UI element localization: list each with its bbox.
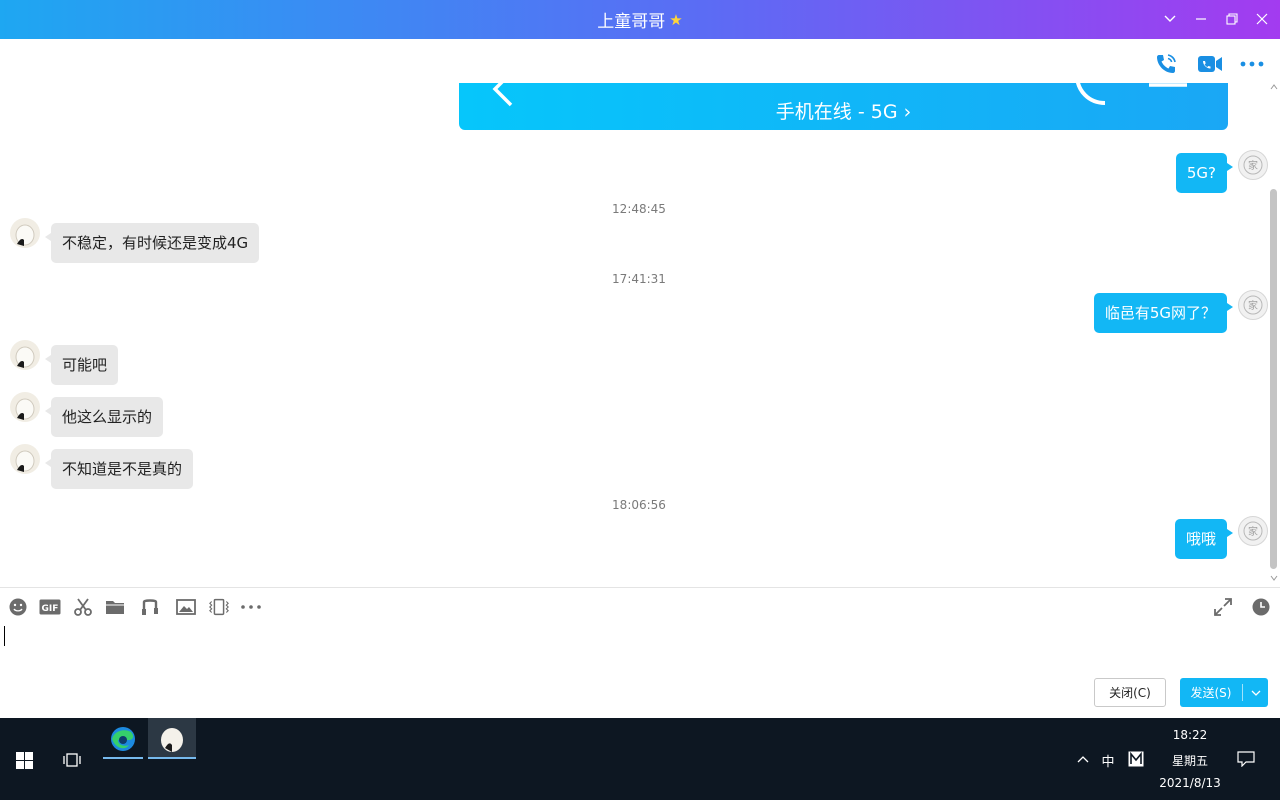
avatar-contact[interactable]: [10, 218, 40, 248]
message-bubble-sent[interactable]: 哦哦: [1174, 519, 1227, 559]
active-indicator: [148, 757, 196, 759]
active-indicator: [103, 757, 143, 759]
scroll-thumb[interactable]: [1270, 189, 1277, 569]
notification-icon[interactable]: [1234, 748, 1258, 770]
ime-mode-icon[interactable]: [1126, 749, 1146, 769]
edge-browser-icon[interactable]: [103, 718, 143, 759]
message-bubble-sent[interactable]: 5G?: [1175, 153, 1227, 193]
scissors-icon[interactable]: [72, 596, 94, 618]
shake-icon[interactable]: [208, 596, 230, 618]
window-title: 上童哥哥: [597, 12, 666, 32]
input-toolbar: GIF: [0, 592, 1280, 622]
timestamp: 18:06:56: [612, 498, 666, 512]
message-bubble-received[interactable]: 可能吧: [51, 345, 119, 385]
message-input-area[interactable]: [0, 622, 1280, 672]
music-icon[interactable]: [139, 596, 161, 618]
emoji-icon[interactable]: [7, 596, 29, 618]
timestamp: 12:48:45: [612, 202, 666, 216]
send-button-label[interactable]: 发送(S): [1180, 678, 1242, 707]
send-button[interactable]: 发送(S): [1180, 678, 1268, 707]
gif-icon[interactable]: GIF: [39, 596, 61, 618]
chevron-down-icon[interactable]: [1159, 8, 1181, 30]
restore-icon[interactable]: [1221, 8, 1243, 30]
star-icon: ★: [669, 10, 683, 29]
timestamp: 17:41:31: [612, 272, 666, 286]
more-icon[interactable]: [1239, 51, 1265, 77]
taskbar: 中 18:22 星期五 2021/8/13: [0, 718, 1280, 800]
history-icon[interactable]: [1250, 596, 1272, 618]
scroll-down-arrow[interactable]: [1270, 574, 1278, 582]
chevron-up-icon[interactable]: [1074, 750, 1092, 768]
title-container: 上童哥哥 ★: [0, 0, 1280, 39]
clock-weekday[interactable]: 星期五: [1160, 752, 1220, 769]
image-icon[interactable]: [175, 596, 197, 618]
task-view-icon[interactable]: [58, 746, 86, 774]
message-list[interactable]: 手机在线 - 5G › 5G? 家 12:48:45 不稳定，有时候还是变成4G…: [0, 83, 1268, 587]
clock-date[interactable]: 2021/8/13: [1156, 776, 1224, 790]
svg-text:家: 家: [1248, 299, 1258, 312]
avatar-self[interactable]: 家: [1238, 290, 1268, 320]
chat-window: 上童哥哥 ★ 手机在线 - 5G › 5G? 家 12:48:45 不稳定，有时…: [0, 0, 1280, 718]
svg-text:家: 家: [1248, 525, 1258, 538]
avatar-contact[interactable]: [10, 340, 40, 370]
minimize-icon[interactable]: [1190, 8, 1212, 30]
qq-app-icon[interactable]: [148, 718, 196, 759]
avatar-contact[interactable]: [10, 444, 40, 474]
message-bubble-received[interactable]: 不稳定，有时候还是变成4G: [51, 223, 260, 263]
windows-start-icon[interactable]: [10, 746, 38, 774]
svg-text:GIF: GIF: [42, 604, 59, 614]
video-call-icon[interactable]: [1197, 51, 1223, 77]
clock-time[interactable]: 18:22: [1160, 728, 1220, 742]
close-button[interactable]: 关闭(C): [1094, 678, 1166, 707]
avatar-self[interactable]: 家: [1238, 516, 1268, 546]
online-status-text: 手机在线 - 5G ›: [775, 101, 912, 123]
chevron-down-icon[interactable]: [1243, 678, 1268, 707]
message-bubble-sent[interactable]: 临邑有5G网了？: [1093, 293, 1227, 333]
more-icon[interactable]: [240, 596, 262, 618]
voice-call-icon[interactable]: [1153, 51, 1179, 77]
message-bubble-received[interactable]: 他这么显示的: [51, 397, 164, 437]
message-input[interactable]: [2, 624, 1272, 668]
chat-header: [0, 39, 1280, 83]
phone-screenshot-image[interactable]: 手机在线 - 5G ›: [459, 83, 1228, 130]
text-caret: [4, 626, 5, 646]
scroll-up-arrow[interactable]: [1270, 83, 1278, 91]
bubble-tail: [1227, 163, 1233, 171]
chat-scrollbar[interactable]: [1268, 83, 1280, 587]
input-divider: [0, 587, 1280, 588]
folder-icon[interactable]: [104, 596, 126, 618]
svg-text:家: 家: [1248, 159, 1258, 172]
avatar-contact[interactable]: [10, 392, 40, 422]
title-bar[interactable]: 上童哥哥 ★: [0, 0, 1280, 39]
expand-icon[interactable]: [1212, 596, 1234, 618]
close-icon[interactable]: [1251, 8, 1273, 30]
message-bubble-received[interactable]: 不知道是不是真的: [51, 449, 194, 489]
bubble-tail: [1227, 303, 1233, 311]
avatar-self[interactable]: 家: [1238, 150, 1268, 180]
ime-indicator[interactable]: 中: [1098, 751, 1118, 770]
bubble-tail: [1227, 529, 1233, 537]
